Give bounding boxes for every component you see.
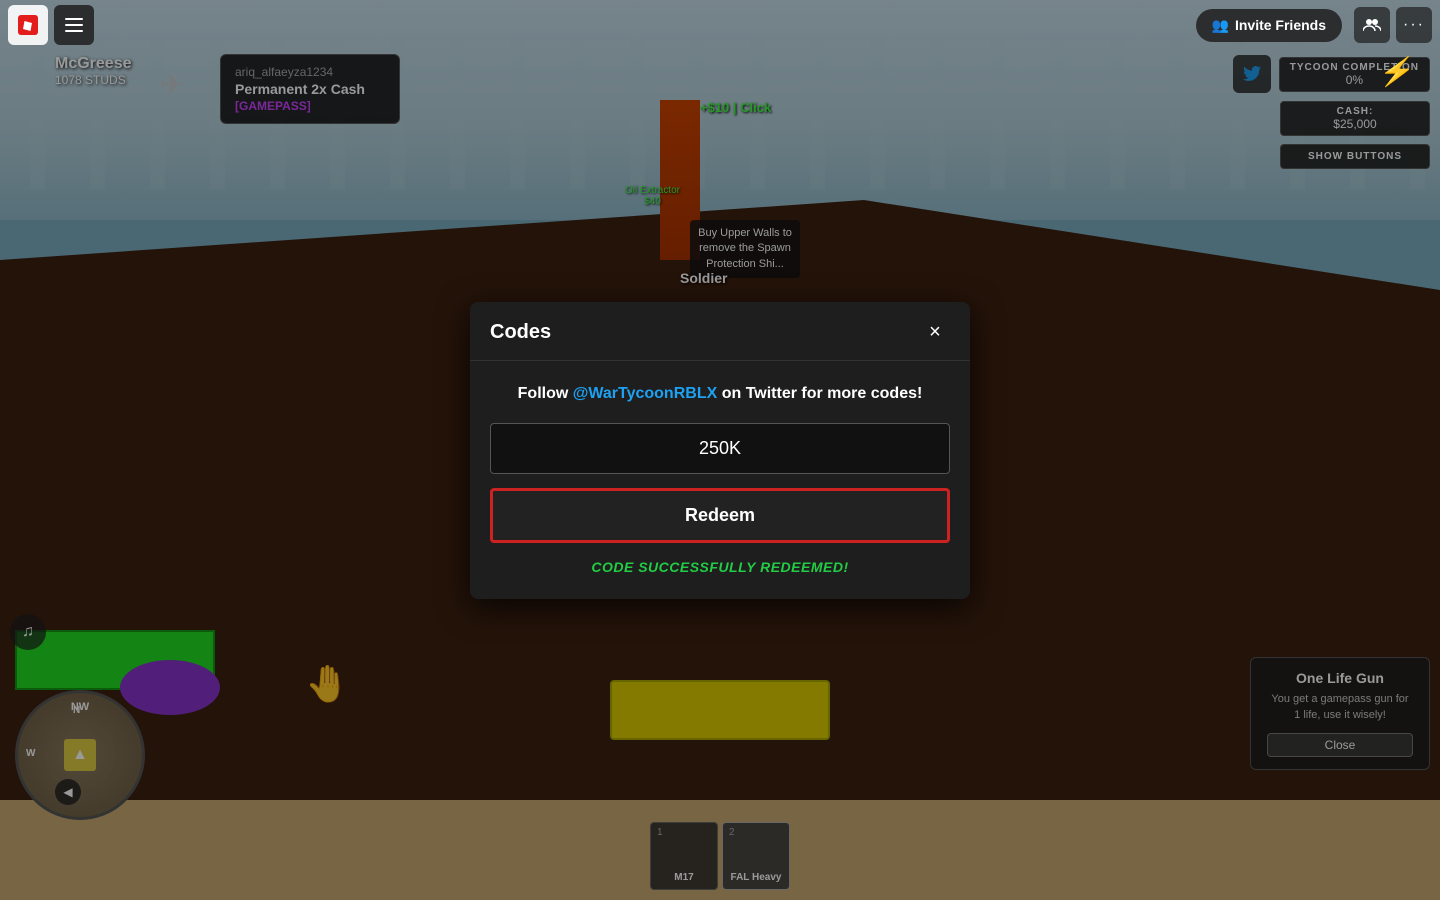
success-message: CODE SUCCESSFULLY REDEEMED!	[490, 559, 950, 575]
modal-close-button[interactable]: ×	[920, 318, 950, 348]
top-right-buttons: ···	[1354, 7, 1432, 43]
invite-friends-button[interactable]: 👥 Invite Friends	[1196, 9, 1342, 42]
twitter-handle: @WarTycoonRBLX	[573, 385, 718, 402]
modal-overlay[interactable]: Codes × Follow @WarTycoonRBLX on Twitter…	[0, 0, 1440, 900]
modal-header: Codes ×	[470, 302, 970, 361]
topbar: 👥 Invite Friends ···	[0, 0, 1440, 50]
follow-prefix: Follow	[518, 385, 573, 402]
friends-icon-button[interactable]	[1354, 7, 1390, 43]
roblox-logo-button[interactable]	[8, 5, 48, 45]
code-input[interactable]	[490, 423, 950, 474]
people-icon: 👥	[1212, 17, 1229, 34]
more-options-button[interactable]: ···	[1396, 7, 1432, 43]
invite-friends-label: Invite Friends	[1235, 17, 1326, 33]
modal-title: Codes	[490, 321, 551, 344]
twitter-follow-text: Follow @WarTycoonRBLX on Twitter for mor…	[490, 385, 950, 403]
redeem-button[interactable]: Redeem	[490, 488, 950, 543]
lightning-icon: ⚡	[1377, 55, 1418, 88]
modal-body: Follow @WarTycoonRBLX on Twitter for mor…	[470, 361, 970, 599]
codes-modal: Codes × Follow @WarTycoonRBLX on Twitter…	[470, 302, 970, 599]
follow-suffix: on Twitter for more codes!	[717, 385, 922, 402]
menu-button[interactable]	[54, 5, 94, 45]
